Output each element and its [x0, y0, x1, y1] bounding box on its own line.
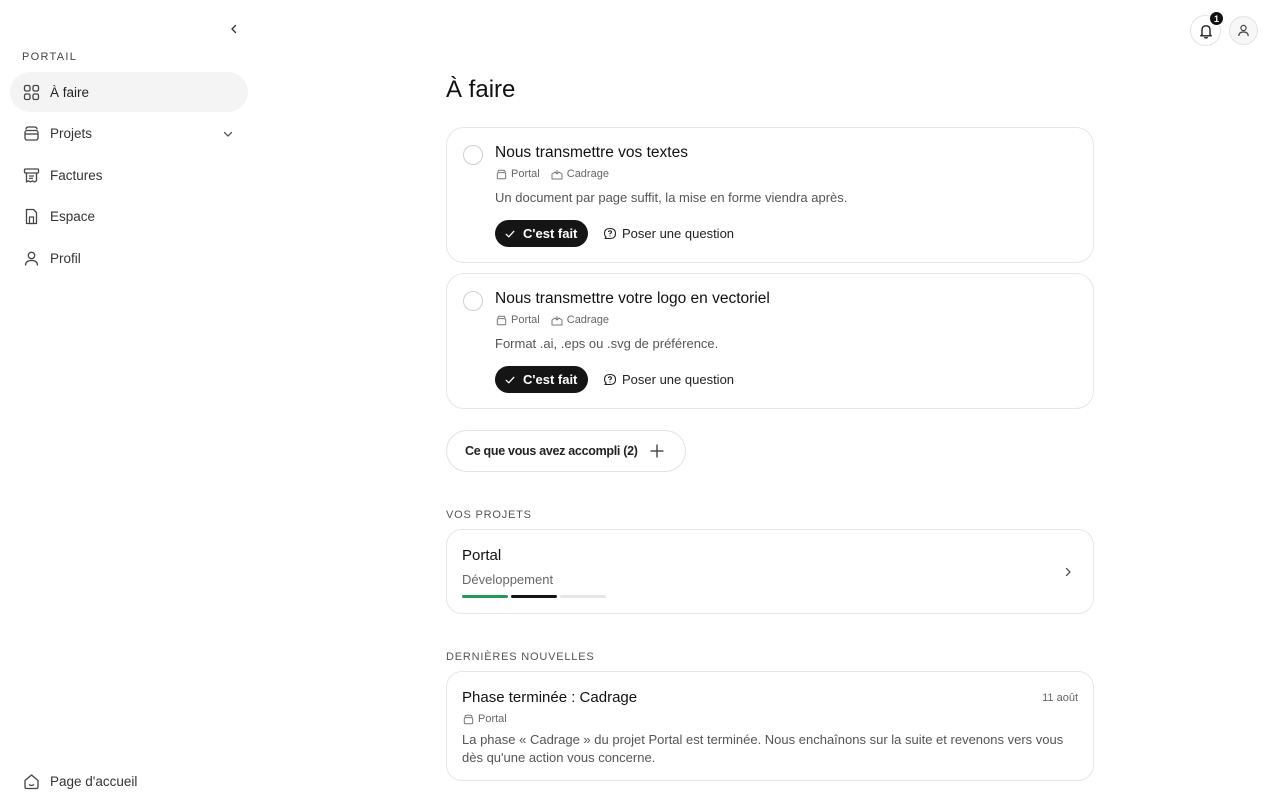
task-description: Format .ai, .eps ou .svg de préférence.	[495, 336, 719, 351]
sidebar: PORTAIL À faire Projets Factures Espace …	[0, 0, 258, 800]
task-card: Nous transmettre vos textes Portal Cadra…	[446, 127, 1094, 263]
task-card: Nous transmettre votre logo en vectoriel…	[446, 273, 1094, 409]
sidebar-item-label: Profil	[50, 250, 81, 266]
progress-segment-upcoming	[560, 595, 606, 598]
phase-icon	[551, 168, 563, 180]
user-icon	[22, 249, 40, 267]
notification-count-badge: 1	[1209, 11, 1224, 26]
task-meta: Portal Cadrage	[495, 168, 609, 180]
sidebar-item-label: Factures	[50, 167, 103, 183]
news-meta: Portal	[462, 713, 507, 725]
project-card[interactable]: Portal Développement	[446, 529, 1094, 614]
ask-question-label: Poser une question	[622, 226, 735, 241]
progress-segment-current	[511, 595, 557, 598]
project-progress	[462, 595, 609, 598]
news-section-label: DERNIÈRES NOUVELLES	[446, 651, 595, 663]
news-project: Portal	[478, 713, 507, 725]
project-icon	[495, 168, 507, 180]
sidebar-item-label: Projets	[50, 126, 93, 141]
sidebar-item-a-faire[interactable]: À faire	[10, 72, 248, 112]
news-card: Phase terminée : Cadrage 11 août Portal …	[446, 671, 1094, 781]
chevron-down-icon[interactable]	[220, 126, 236, 142]
chevron-left-icon	[231, 24, 237, 34]
home-icon	[22, 772, 40, 790]
sidebar-item-label: Espace	[50, 209, 96, 224]
project-name: Portal	[462, 547, 502, 564]
news-title: Phase terminée : Cadrage	[462, 689, 638, 706]
task-phase: Cadrage	[566, 168, 609, 180]
user-icon	[1238, 24, 1249, 37]
home-link-label: Page d'accueil	[50, 773, 138, 789]
task-complete-checkbox[interactable]	[463, 145, 483, 165]
news-date: 11 août	[1042, 692, 1078, 704]
project-icon	[462, 713, 474, 725]
projects-icon	[22, 125, 40, 143]
task-title: Nous transmettre votre logo en vectoriel	[495, 290, 770, 307]
mark-done-label: C'est fait	[523, 372, 578, 387]
task-title: Nous transmettre vos textes	[495, 144, 688, 161]
plus-icon	[649, 443, 665, 459]
grid-icon	[22, 83, 40, 101]
task-project: Portal	[511, 314, 540, 326]
sidebar-section-label: PORTAIL	[22, 51, 78, 63]
task-phase: Cadrage	[566, 314, 609, 326]
bell-icon	[1199, 24, 1212, 39]
invoice-icon	[22, 166, 40, 184]
question-bubble-icon	[603, 227, 617, 241]
phase-icon	[551, 314, 563, 326]
project-icon	[495, 314, 507, 326]
mark-done-button[interactable]: C'est fait	[495, 220, 589, 247]
chevron-right-icon	[1061, 565, 1075, 579]
progress-segment-complete	[462, 595, 508, 598]
sidebar-nav: À faire Projets Factures Espace Profil	[10, 72, 248, 280]
task-complete-checkbox[interactable]	[463, 291, 483, 311]
sidebar-item-factures[interactable]: Factures	[10, 155, 248, 195]
sidebar-item-espace[interactable]: Espace	[10, 197, 248, 237]
accomplished-toggle-button[interactable]: Ce que vous avez accompli (2)	[446, 430, 686, 472]
mark-done-label: C'est fait	[523, 226, 578, 241]
news-body: La phase « Cadrage » du projet Portal es…	[462, 732, 1064, 765]
sidebar-item-profil[interactable]: Profil	[10, 238, 248, 278]
collapse-sidebar-button[interactable]	[224, 19, 244, 39]
task-project: Portal	[511, 168, 540, 180]
ask-question-button[interactable]: Poser une question	[603, 220, 734, 247]
task-meta: Portal Cadrage	[495, 314, 609, 326]
accomplished-label: Ce que vous avez accompli (2)	[465, 444, 638, 458]
sidebar-item-projets[interactable]: Projets	[10, 114, 248, 154]
check-icon	[504, 374, 516, 386]
projects-section-label: VOS PROJETS	[446, 509, 532, 521]
home-page-link[interactable]: Page d'accueil	[22, 772, 137, 790]
check-icon	[504, 228, 516, 240]
task-description: Un document par page suffit, la mise en …	[495, 190, 848, 205]
project-phase: Développement	[462, 572, 554, 587]
mark-done-button[interactable]: C'est fait	[495, 366, 589, 393]
sidebar-item-label: À faire	[50, 84, 90, 100]
document-icon	[22, 208, 40, 226]
question-bubble-icon	[603, 373, 617, 387]
user-menu-button[interactable]	[1229, 16, 1258, 45]
page-title: À faire	[446, 76, 516, 103]
ask-question-button[interactable]: Poser une question	[603, 366, 734, 393]
ask-question-label: Poser une question	[622, 372, 735, 387]
